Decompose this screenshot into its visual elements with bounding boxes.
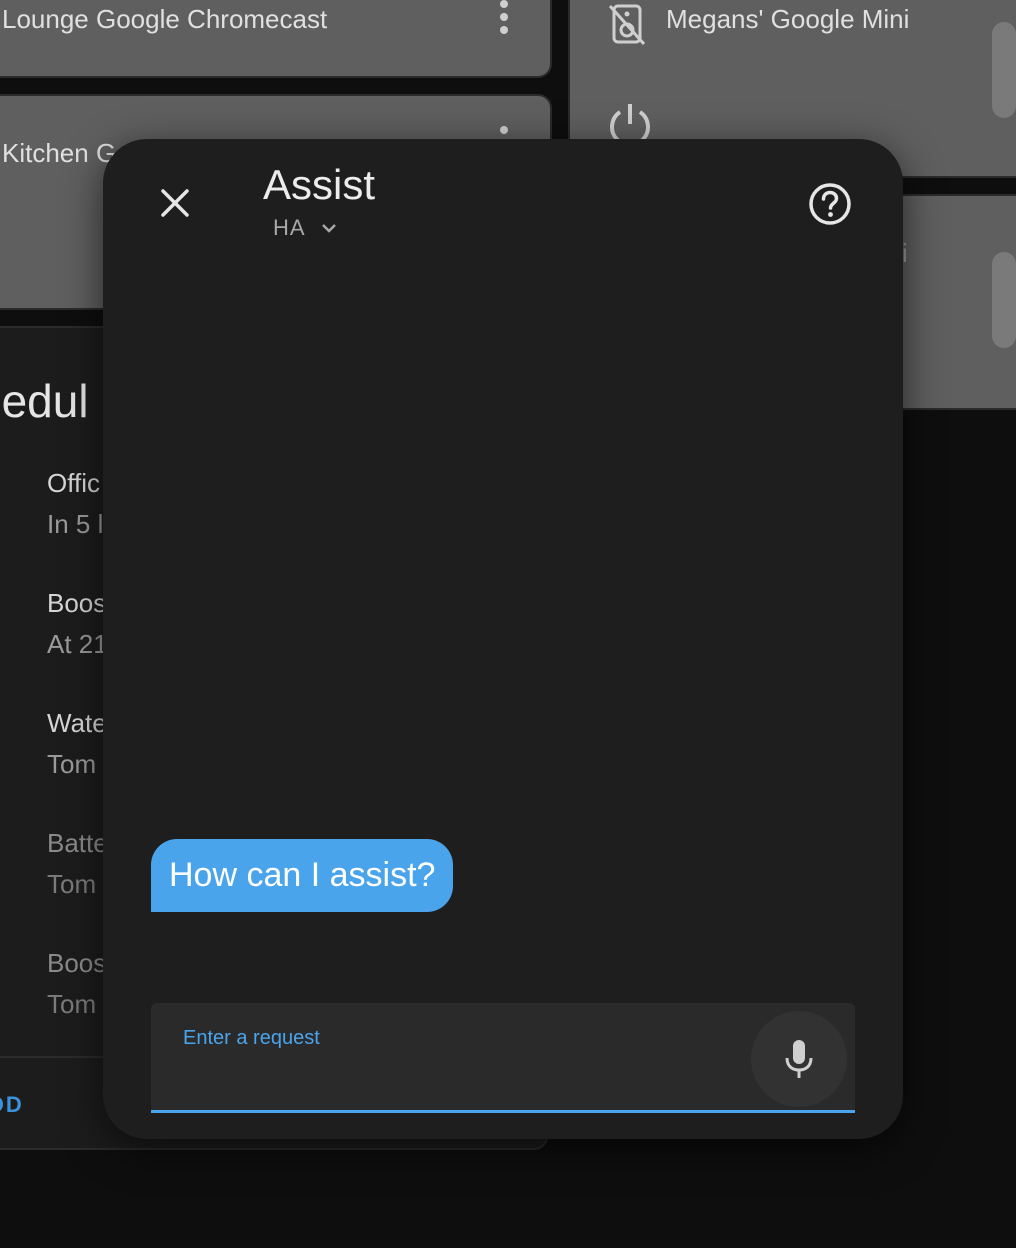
request-input-container[interactable]: Enter a request	[151, 1003, 855, 1113]
schedule-item[interactable]: Offic In 5 l	[47, 468, 103, 540]
microphone-icon	[785, 1040, 813, 1078]
schedule-item-time: Tom	[47, 749, 97, 779]
assistant-message: How can I assist?	[151, 839, 454, 912]
schedule-item[interactable]: Wate Tom	[47, 708, 107, 780]
schedule-item-time: In 5 l	[47, 509, 104, 539]
dialog-title: Assist	[263, 161, 376, 208]
schedule-item-time: Tom	[47, 869, 97, 899]
schedule-item[interactable]: Batte Tom	[47, 828, 108, 900]
schedule-item[interactable]: Boos Tom	[47, 948, 106, 1020]
add-button[interactable]: DD	[0, 1092, 24, 1118]
schedule-item-name: Boos	[47, 588, 107, 618]
speaker-off-icon	[608, 2, 648, 51]
schedule-item-name: Wate	[47, 708, 107, 738]
more-vertical-icon[interactable]	[499, 0, 509, 39]
media-card-lounge[interactable]: Lounge Google Chromecast	[0, 0, 552, 78]
close-icon	[161, 189, 189, 217]
pipeline-name: HA	[273, 215, 306, 240]
assist-dialog: Assist HA How can I assist? Enter a requ…	[103, 139, 903, 1139]
volume-slider[interactable]	[992, 22, 1016, 118]
schedule-item-name: Offic	[47, 468, 100, 498]
chevron-down-icon	[321, 224, 336, 233]
close-button[interactable]	[155, 183, 195, 223]
schedule-title: hedul	[0, 375, 89, 427]
help-button[interactable]	[807, 181, 853, 227]
schedule-item-time: At 21	[47, 629, 108, 659]
help-circle-icon	[809, 183, 851, 225]
volume-slider[interactable]	[992, 252, 1016, 348]
schedule-item-name: Batte	[47, 828, 108, 858]
card-title-megans: Megans' Google Mini	[666, 4, 910, 34]
request-input[interactable]	[183, 1057, 747, 1095]
schedule-item[interactable]: Boos At 21	[47, 588, 108, 660]
card-title-lounge: Lounge Google Chromecast	[2, 4, 328, 34]
pipeline-selector[interactable]: HA	[273, 215, 338, 241]
schedule-item-name: Boos	[47, 948, 107, 978]
microphone-button[interactable]	[751, 1011, 847, 1107]
schedule-item-time: Tom	[47, 989, 97, 1019]
request-input-label: Enter a request	[183, 1027, 320, 1049]
